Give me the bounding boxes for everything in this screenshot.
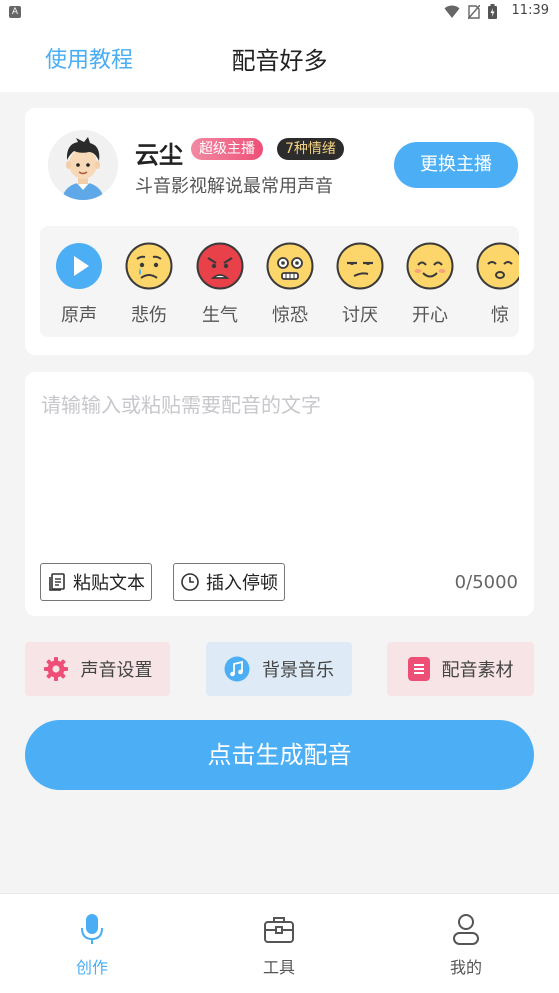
character-count: 0/5000: [454, 572, 518, 593]
background-music-label: 背景音乐: [262, 660, 334, 681]
script-editor: 粘贴文本 插入停顿 0/5000: [25, 372, 534, 616]
scared-face-icon: [266, 242, 314, 290]
emotion-sad[interactable]: 悲伤: [119, 242, 179, 327]
voice-settings-label: 声音设置: [80, 660, 153, 681]
annoyed-face-icon: [336, 242, 384, 290]
emotion-label: 惊恐: [272, 305, 308, 326]
happy-face-icon: [406, 242, 454, 290]
list-document-icon: [407, 657, 430, 681]
emotion-original[interactable]: 原声: [49, 242, 109, 327]
anchor-description: 斗音影视解说最常用声音: [135, 176, 333, 197]
emotion-label: 生气: [202, 305, 238, 326]
angry-face-icon: [196, 242, 244, 290]
emotion-label: 原声: [61, 305, 97, 326]
cartoon-boy-avatar-icon: [48, 130, 118, 200]
surprised-face-icon: [476, 242, 519, 290]
top-nav: 使用教程 配音好多: [0, 24, 559, 92]
wifi-icon: [444, 5, 460, 18]
emotion-surprised[interactable]: 惊: [470, 242, 519, 327]
emotion-happy[interactable]: 开心: [400, 242, 460, 327]
tab-create[interactable]: 创作: [52, 912, 132, 978]
clock-icon: [181, 573, 199, 591]
generate-dubbing-button[interactable]: 点击生成配音: [25, 720, 534, 790]
emotion-angry[interactable]: 生气: [190, 242, 250, 327]
super-anchor-badge: 超级主播: [191, 138, 263, 160]
emotion-count-badge: 7种情绪: [277, 138, 344, 160]
dubbing-material-label: 配音素材: [441, 660, 514, 681]
user-icon: [453, 914, 479, 945]
avatar: [48, 130, 118, 200]
bottom-tab-bar: 创作 工具 我的: [0, 893, 559, 993]
paste-text-button[interactable]: 粘贴文本: [40, 563, 152, 601]
battery-icon: [488, 4, 497, 19]
insert-pause-label: 插入停顿: [206, 573, 278, 594]
background-music-button[interactable]: 背景音乐: [206, 642, 352, 696]
emotion-label: 悲伤: [131, 305, 167, 326]
app-notification-icon: A: [9, 6, 21, 18]
microphone-icon: [81, 914, 103, 944]
page-title: 配音好多: [231, 47, 328, 75]
anchor-name: 云尘: [135, 141, 183, 169]
toolbox-icon: [264, 917, 294, 943]
script-text-input[interactable]: [41, 388, 511, 422]
sad-face-icon: [125, 242, 173, 290]
gear-icon: [43, 657, 68, 681]
status-bar: A 11:39: [0, 0, 559, 24]
anchor-card: 云尘 超级主播 7种情绪 斗音影视解说最常用声音 更换主播 原声 悲伤 生气 惊…: [25, 108, 534, 355]
emotion-scared[interactable]: 惊恐: [260, 242, 320, 327]
play-icon: [56, 243, 102, 289]
emotion-label: 惊: [491, 305, 509, 326]
emotion-label: 讨厌: [342, 305, 378, 326]
emotion-annoyed[interactable]: 讨厌: [330, 242, 390, 327]
document-icon: [49, 573, 65, 591]
emotion-label: 开心: [412, 305, 448, 326]
tab-tools[interactable]: 工具: [239, 912, 319, 978]
no-sim-icon: [468, 4, 480, 19]
clock: 11:39: [511, 3, 549, 18]
tab-label: 工具: [262, 958, 295, 977]
status-icons: [444, 4, 497, 19]
voice-settings-button[interactable]: 声音设置: [25, 642, 170, 696]
dubbing-material-button[interactable]: 配音素材: [387, 642, 534, 696]
emotion-selector: 原声 悲伤 生气 惊恐 讨厌 开心 惊: [40, 226, 519, 337]
music-note-icon: [224, 656, 250, 682]
insert-pause-button[interactable]: 插入停顿: [173, 563, 285, 601]
tab-mine[interactable]: 我的: [426, 912, 506, 978]
tab-label: 创作: [75, 958, 108, 977]
change-anchor-button[interactable]: 更换主播: [394, 142, 518, 188]
tab-label: 我的: [449, 958, 482, 977]
paste-text-label: 粘贴文本: [73, 573, 145, 594]
